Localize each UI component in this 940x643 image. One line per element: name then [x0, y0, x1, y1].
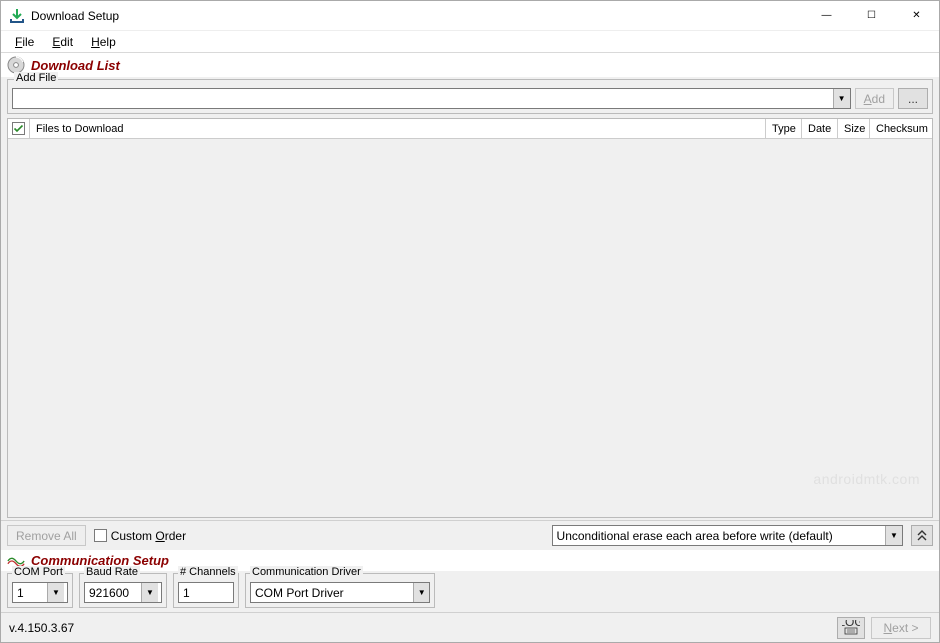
baud-rate-dropdown-button[interactable]: ▼	[141, 583, 158, 602]
log-icon: LOG	[842, 620, 860, 636]
status-bar: v.4.150.3.67 LOG Next >	[1, 612, 939, 642]
baud-rate-legend: Baud Rate	[84, 566, 140, 578]
table-body: androidmtk.com	[8, 139, 932, 517]
com-port-legend: COM Port	[12, 566, 65, 578]
double-chevron-up-icon	[917, 530, 927, 542]
baud-rate-fieldset: Baud Rate ▼	[79, 573, 167, 608]
add-button[interactable]: Add	[855, 88, 894, 109]
column-checksum[interactable]: Checksum	[870, 119, 932, 138]
comm-driver-combo[interactable]: ▼	[250, 582, 430, 603]
add-file-input[interactable]	[13, 89, 833, 108]
window-title: Download Setup	[31, 9, 804, 23]
app-icon	[9, 8, 25, 24]
erase-mode-value[interactable]	[553, 526, 885, 545]
log-button[interactable]: LOG	[837, 617, 865, 639]
comm-driver-dropdown-button[interactable]: ▼	[413, 583, 429, 602]
comm-section: COM Port ▼ Baud Rate ▼ # Channels Commun…	[1, 571, 939, 612]
baud-rate-combo[interactable]: ▼	[84, 582, 162, 603]
menu-edit[interactable]: Edit	[44, 33, 81, 51]
version-label: v.4.150.3.67	[9, 621, 837, 635]
table-header: Files to Download Type Date Size Checksu…	[8, 119, 932, 139]
com-port-combo[interactable]: ▼	[12, 582, 68, 603]
comm-driver-value[interactable]	[251, 583, 413, 602]
titlebar: Download Setup — ☐ ✕	[1, 1, 939, 31]
erase-mode-dropdown-button[interactable]: ▼	[885, 526, 902, 545]
channels-legend: # Channels	[178, 566, 238, 578]
menu-help[interactable]: Help	[83, 33, 124, 51]
com-port-dropdown-button[interactable]: ▼	[47, 583, 64, 602]
column-date[interactable]: Date	[802, 119, 838, 138]
com-port-value[interactable]	[13, 583, 47, 602]
custom-order-checkbox[interactable]: Custom Order	[94, 529, 186, 543]
files-table: Files to Download Type Date Size Checksu…	[7, 118, 933, 518]
remove-all-button[interactable]: Remove All	[7, 525, 86, 546]
collapse-up-button[interactable]	[911, 525, 933, 546]
add-file-dropdown-button[interactable]: ▼	[833, 89, 850, 108]
channels-fieldset: # Channels	[173, 573, 239, 608]
check-all-icon	[12, 122, 25, 135]
baud-rate-value[interactable]	[85, 583, 141, 602]
custom-order-check-icon	[94, 529, 107, 542]
comm-driver-fieldset: Communication Driver ▼	[245, 573, 435, 608]
menubar: File Edit Help	[1, 31, 939, 53]
minimize-button[interactable]: —	[804, 1, 849, 30]
download-list-header: Download List	[1, 53, 939, 77]
menu-file[interactable]: File	[7, 33, 42, 51]
watermark: androidmtk.com	[813, 471, 920, 487]
download-list-title: Download List	[31, 58, 120, 73]
files-controls: Remove All Custom Order ▼	[1, 520, 939, 550]
close-button[interactable]: ✕	[894, 1, 939, 30]
column-size[interactable]: Size	[838, 119, 870, 138]
comm-driver-legend: Communication Driver	[250, 566, 363, 578]
column-type[interactable]: Type	[766, 119, 802, 138]
add-file-fieldset: Add File ▼ Add ...	[7, 79, 933, 114]
erase-mode-combo[interactable]: ▼	[552, 525, 903, 546]
column-files[interactable]: Files to Download	[30, 119, 766, 138]
browse-button[interactable]: ...	[898, 88, 928, 109]
maximize-button[interactable]: ☐	[849, 1, 894, 30]
column-check[interactable]	[8, 119, 30, 138]
channels-value[interactable]	[178, 582, 234, 603]
window-controls: — ☐ ✕	[804, 1, 939, 30]
add-file-legend: Add File	[14, 72, 58, 84]
add-file-combo[interactable]: ▼	[12, 88, 851, 109]
com-port-fieldset: COM Port ▼	[7, 573, 73, 608]
custom-order-label: Custom Order	[111, 529, 186, 543]
comm-setup-header: Communication Setup	[1, 550, 939, 571]
next-button[interactable]: Next >	[871, 617, 931, 639]
